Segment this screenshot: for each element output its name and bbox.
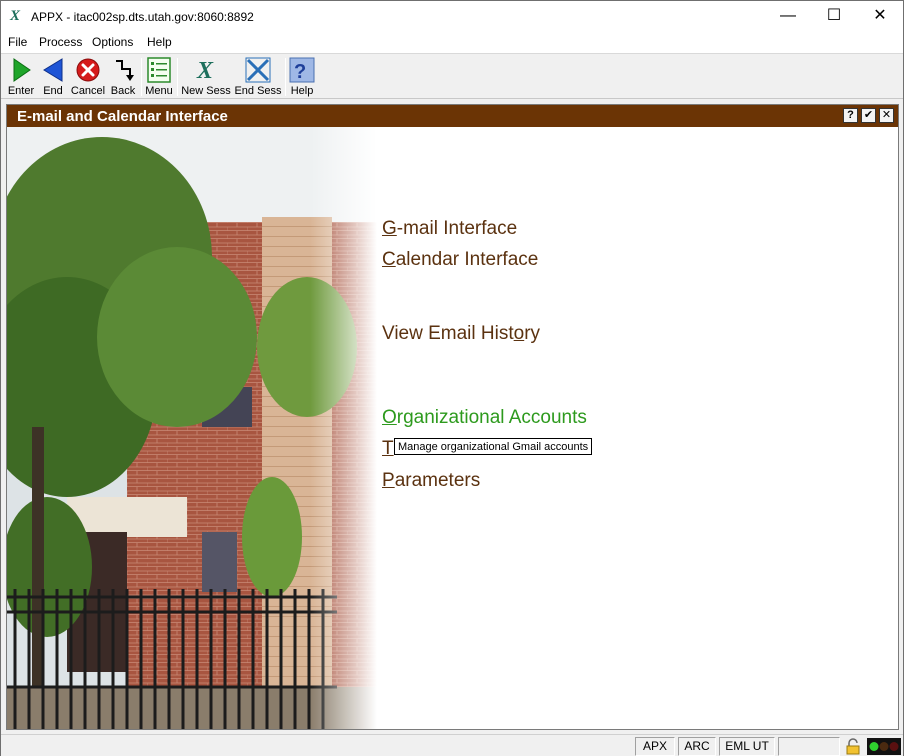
- toolbar-separator: [141, 58, 142, 96]
- app-window: X APPX - itac002sp.dts.utah.gov:8060:889…: [0, 0, 904, 756]
- maximize-button[interactable]: ☐: [811, 1, 857, 32]
- option-text: View Email Hist: [382, 323, 514, 344]
- toolbar-separator: [285, 58, 286, 96]
- status-empty-panel: [778, 737, 840, 756]
- appx-new-session-icon: X: [196, 58, 214, 83]
- frame-ok-button[interactable]: ✔: [861, 108, 876, 123]
- back-label: Back: [110, 85, 136, 97]
- end-label: End: [43, 85, 63, 97]
- title-bar: X APPX - itac002sp.dts.utah.gov:8060:889…: [1, 1, 903, 32]
- appx-logo-icon: X: [10, 8, 21, 24]
- end-session-x-icon: [245, 57, 271, 83]
- svg-text:X: X: [196, 58, 214, 83]
- list-menu-icon: [147, 57, 171, 83]
- cancel-label: Cancel: [70, 85, 106, 97]
- enter-button[interactable]: Enter: [5, 56, 37, 98]
- hotkey-g: G: [382, 218, 397, 239]
- option-text: arameters: [394, 470, 481, 491]
- frame-help-button[interactable]: ?: [843, 108, 858, 123]
- close-window-button[interactable]: ✕: [857, 1, 903, 32]
- hotkey-c: C: [382, 249, 396, 270]
- menu-options[interactable]: Options: [92, 35, 133, 49]
- new-session-button[interactable]: X New Sess: [181, 56, 231, 98]
- lock-icon: [846, 738, 860, 755]
- return-arrow-icon: [116, 60, 134, 81]
- gmail-interface-option[interactable]: G-mail Interface: [382, 218, 517, 240]
- end-sess-label: End Sess: [234, 85, 282, 97]
- organizational-accounts-option[interactable]: Organizational Accounts: [382, 407, 587, 429]
- option-text: ry: [524, 323, 541, 344]
- option-text: alendar Interface: [395, 249, 539, 270]
- frame-header: E-mail and Calendar Interface ? ✔ ✕: [7, 105, 898, 127]
- status-arc: ARC: [678, 737, 716, 756]
- email-calendar-frame: E-mail and Calendar Interface ? ✔ ✕ G-ma…: [6, 104, 899, 730]
- building-photo-image: [7, 127, 377, 729]
- view-email-history-option[interactable]: View Email History: [382, 323, 540, 345]
- hotkey-p: P: [382, 470, 395, 491]
- tooltip: Manage organizational Gmail accounts: [394, 438, 593, 455]
- help-button[interactable]: ? Help: [288, 56, 316, 98]
- svg-text:?: ?: [294, 61, 306, 83]
- menu-bar: File Process Options Help: [1, 32, 903, 53]
- hotkey-t: T: [382, 438, 394, 459]
- frame-title: E-mail and Calendar Interface: [17, 108, 228, 125]
- menu-help[interactable]: Help: [147, 35, 172, 49]
- menu-process[interactable]: Process: [39, 35, 82, 49]
- menu-button[interactable]: Menu: [144, 56, 174, 98]
- new-sess-label: New Sess: [181, 85, 231, 97]
- help-question-icon: ?: [289, 57, 315, 83]
- cancel-x-icon: [76, 58, 100, 82]
- status-bar: APX ARC EML UT: [1, 734, 903, 756]
- toolbar: Enter End Cancel Back Menu X New Sess En…: [1, 53, 903, 99]
- option-text: -mail Interface: [396, 218, 518, 239]
- menu-file[interactable]: File: [8, 35, 27, 49]
- back-button[interactable]: Back: [109, 56, 137, 98]
- menu-label: Menu: [145, 85, 173, 97]
- play-arrow-icon: [13, 58, 31, 82]
- end-button[interactable]: End: [39, 56, 67, 98]
- frame-close-button[interactable]: ✕: [879, 108, 894, 123]
- calendar-interface-option[interactable]: Calendar Interface: [382, 249, 538, 271]
- cancel-button[interactable]: Cancel: [69, 56, 107, 98]
- window-title: APPX - itac002sp.dts.utah.gov:8060:8892: [31, 10, 254, 24]
- enter-label: Enter: [7, 85, 35, 97]
- connection-status-lights-icon: [867, 738, 901, 755]
- hotkey-o: O: [382, 407, 397, 428]
- minimize-button[interactable]: —: [765, 1, 811, 32]
- back-arrow-icon: [43, 58, 63, 82]
- parameters-option[interactable]: Parameters: [382, 470, 480, 492]
- hotkey-o: o: [513, 323, 525, 344]
- status-apx: APX: [635, 737, 675, 756]
- end-session-button[interactable]: End Sess: [233, 56, 283, 98]
- t-option[interactable]: T: [382, 438, 394, 460]
- option-text: rganizational Accounts: [396, 407, 587, 428]
- help-label: Help: [290, 85, 314, 97]
- toolbar-separator: [177, 58, 178, 96]
- status-eml-ut: EML UT: [719, 737, 775, 756]
